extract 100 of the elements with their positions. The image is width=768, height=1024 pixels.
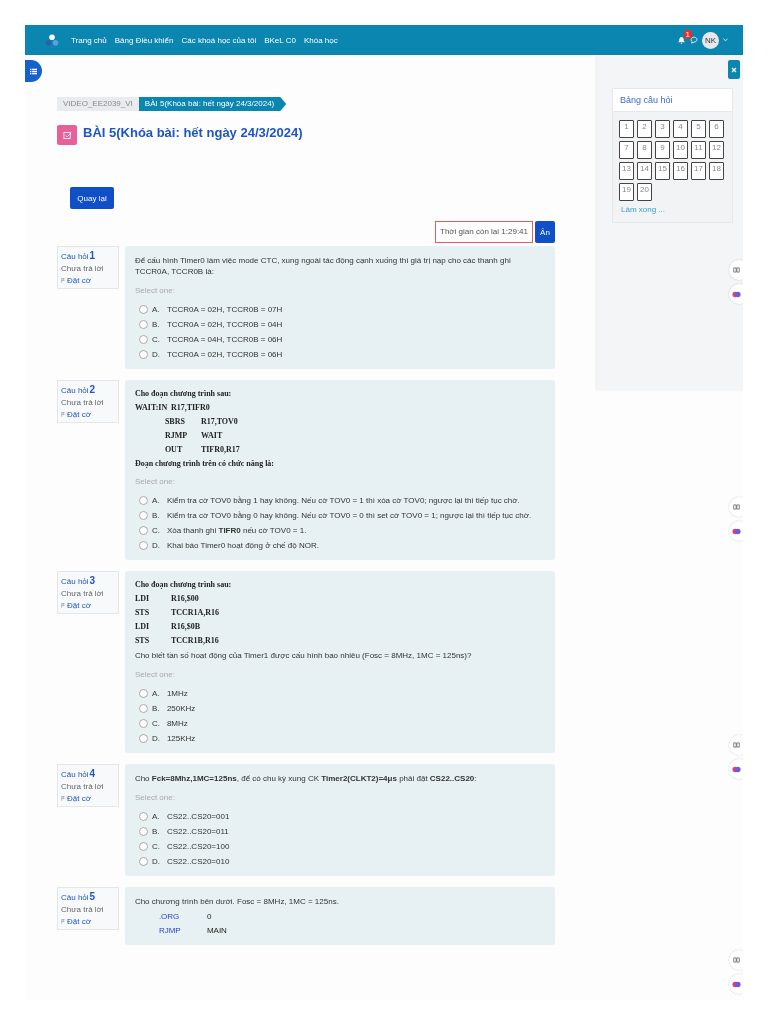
flag-link[interactable]: Đặt cờ [61, 794, 115, 803]
radio-button[interactable] [138, 812, 148, 821]
radio-button[interactable] [138, 350, 148, 359]
assistant-button[interactable] [729, 521, 743, 541]
back-button[interactable]: Quay lại [70, 187, 114, 209]
option-text: Kiểm tra cờ TOV0 bằng 1 hay không. Nếu cờ TOV0 = 1 thì xóa cờ TOV0; ngược lại thì tiếp tục chờ. [166, 496, 520, 505]
question-label: Câu hỏi [61, 770, 89, 779]
question-number-button[interactable]: 13 [619, 162, 634, 180]
flag-icon [61, 603, 65, 608]
quiz-icon [57, 125, 77, 145]
flag-link[interactable]: Đặt cờ [61, 276, 115, 285]
question-number-button[interactable]: 4 [673, 120, 688, 138]
flag-text[interactable]: Đặt cờ [67, 917, 91, 926]
answer-option[interactable]: C. CS22..CS20=100 [134, 842, 545, 851]
answer-option[interactable]: D. CS22..CS20=010 [134, 857, 545, 866]
option-letter: A. [151, 305, 161, 314]
question-number-button[interactable]: 10 [673, 141, 688, 159]
question-text: Để cấu hình Timer0 làm việc mode CTC, xung ngoài tác động cạnh xuống thì giá trị nạp cho các thanh ghi TCCR0A, TCCR0B là: [134, 255, 512, 277]
flag-link[interactable]: Đặt cờ [61, 601, 115, 610]
radio-button[interactable] [138, 719, 148, 728]
question-number-button[interactable]: 20 [637, 183, 652, 201]
flag-link[interactable]: Đặt cờ [61, 410, 115, 419]
question-number-button[interactable]: 9 [655, 141, 670, 159]
question-number-button[interactable]: 14 [637, 162, 652, 180]
flag-icon [61, 278, 65, 283]
reader-button[interactable] [729, 735, 743, 755]
option-letter: D. [151, 350, 161, 359]
question-number-button[interactable]: 8 [637, 141, 652, 159]
answer-option[interactable]: B. CS22..CS20=011 [134, 827, 545, 836]
radio-button[interactable] [138, 734, 148, 743]
answer-option[interactable]: B. Kiểm tra cờ TOV0 bằng 0 hay không. Nếu cờ TOV0 = 0 thì set cờ TOV0 = 1; ngược lại thì tiếp tục chờ. [134, 511, 545, 520]
nav-link[interactable]: Bảng Điều khiển [114, 35, 174, 45]
flag-text[interactable]: Đặt cờ [67, 410, 91, 419]
assistant-button[interactable] [729, 759, 743, 779]
question-status: Chưa trả lời [61, 398, 105, 407]
question-number-button[interactable]: 3 [655, 120, 670, 138]
answer-option[interactable]: D. 125KHz [134, 734, 545, 743]
question-number: 1 [89, 250, 96, 261]
radio-button[interactable] [138, 689, 148, 698]
reader-button[interactable] [729, 497, 743, 517]
radio-button[interactable] [138, 704, 148, 713]
caret-icon[interactable] [723, 38, 728, 42]
answer-option[interactable]: A. TCCR0A = 02H, TCCR0B = 07H [134, 305, 545, 314]
option-text: TCCR0A = 02H, TCCR0B = 04H [166, 320, 283, 329]
answer-option[interactable]: B. TCCR0A = 02H, TCCR0B = 04H [134, 320, 545, 329]
close-button[interactable] [728, 60, 740, 79]
radio-button[interactable] [138, 320, 148, 329]
answer-option[interactable]: D. TCCR0A = 02H, TCCR0B = 06H [134, 350, 545, 359]
nav-link[interactable]: Các khoá học của tôi [181, 35, 257, 45]
drawer-toggle-button[interactable] [25, 60, 42, 82]
nav-link[interactable]: Trang chủ [71, 35, 107, 45]
breadcrumb-item[interactable]: BÀI 5(Khóa bài: hết ngày 24/3/2024) [138, 97, 287, 111]
bell-icon[interactable] [677, 35, 686, 45]
radio-button[interactable] [138, 842, 148, 851]
question-number-button[interactable]: 1 [619, 120, 634, 138]
radio-button[interactable] [138, 496, 148, 505]
card-title: Bảng câu hỏi [613, 89, 732, 112]
nav-link[interactable]: Khóa học [303, 35, 338, 45]
hide-button[interactable]: Ẩn [535, 221, 555, 243]
question-number-button[interactable]: 17 [691, 162, 706, 180]
answer-option[interactable]: A. 1MHz [134, 689, 545, 698]
logo-icon[interactable] [45, 33, 59, 47]
radio-button[interactable] [138, 827, 148, 836]
flag-text[interactable]: Đặt cờ [67, 276, 91, 285]
radio-button[interactable] [138, 541, 148, 550]
answer-option[interactable]: C. 8MHz [134, 719, 545, 728]
flag-text[interactable]: Đặt cờ [67, 601, 91, 610]
radio-button[interactable] [138, 305, 148, 314]
reader-button[interactable] [729, 950, 743, 970]
radio-button[interactable] [138, 511, 148, 520]
assistant-button[interactable] [729, 974, 743, 994]
radio-button[interactable] [138, 857, 148, 866]
user-avatar[interactable]: NK [702, 31, 719, 49]
nav-link[interactable]: BKeL C0 [264, 35, 296, 45]
flag-link[interactable]: Đặt cờ [61, 917, 115, 926]
question-number-button[interactable]: 16 [673, 162, 688, 180]
question-number-button[interactable]: 19 [619, 183, 634, 201]
flag-text[interactable]: Đặt cờ [67, 794, 91, 803]
question-number-button[interactable]: 5 [691, 120, 706, 138]
question-number-button[interactable]: 12 [709, 141, 724, 159]
answer-option[interactable]: B. 250KHz [134, 704, 545, 713]
page-title: BÀI 5(Khóa bài: hết ngày 24/3/2024) [83, 124, 303, 140]
radio-button[interactable] [138, 335, 148, 344]
question-number-button[interactable]: 11 [691, 141, 706, 159]
question-number-button[interactable]: 18 [709, 162, 724, 180]
answer-option[interactable]: D. Khai báo Timer0 hoạt động ở chế độ NOR. [134, 541, 545, 550]
option-letter: C. [151, 526, 161, 535]
question-number-button[interactable]: 2 [637, 120, 652, 138]
chat-icon[interactable] [690, 36, 698, 44]
question-status: Chưa trả lời [61, 905, 105, 914]
brain-icon [731, 289, 741, 299]
option-text: Xóa thanh ghi TIFR0 nếu cờ TOV0 = 1. [166, 526, 307, 535]
question-number-button[interactable]: 7 [619, 141, 634, 159]
question-number-button[interactable]: 6 [709, 120, 724, 138]
question-number-button[interactable]: 15 [655, 162, 670, 180]
answer-option[interactable]: A. CS22..CS20=001 [134, 812, 545, 821]
answer-option[interactable]: C. TCCR0A = 04H, TCCR0B = 06H [134, 335, 545, 344]
answer-option[interactable]: C. Xóa thanh ghi TIFR0 nếu cờ TOV0 = 1. [134, 526, 545, 535]
answer-option[interactable]: A. Kiểm tra cờ TOV0 bằng 1 hay không. Nếu cờ TOV0 = 1 thì xóa cờ TOV0; ngược lại thì tiếp tục chờ. [134, 496, 545, 505]
radio-button[interactable] [138, 526, 148, 535]
